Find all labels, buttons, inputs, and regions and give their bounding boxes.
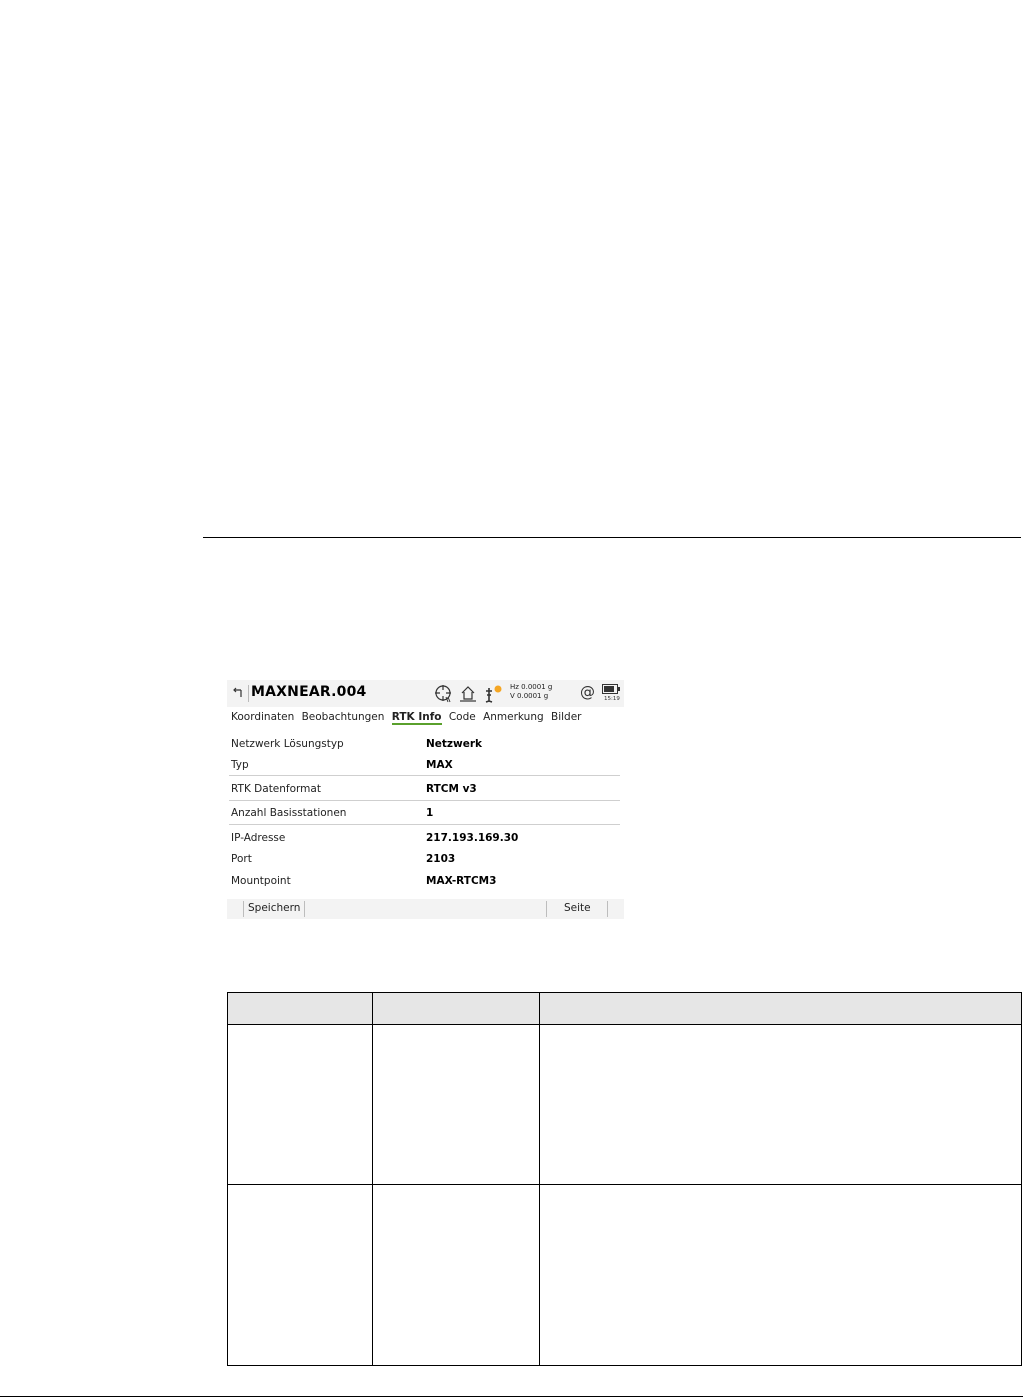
tab-anmerkung[interactable]: Anmerkung (483, 711, 544, 723)
target-icon[interactable] (434, 684, 453, 703)
softkey-separator (304, 901, 305, 917)
section-rule (203, 537, 1021, 538)
clock: 15:19 (604, 696, 620, 702)
field-label: Netzwerk Lösungstyp (231, 738, 344, 750)
table-header-cell (227, 992, 373, 1025)
field-value: 2103 (426, 853, 456, 865)
tab-code[interactable]: Code (449, 711, 476, 723)
battery-icon (602, 684, 620, 694)
table-row (227, 1024, 1022, 1185)
table-cell (227, 1024, 373, 1185)
table-cell (227, 1184, 373, 1366)
page-button[interactable]: Seite (564, 902, 591, 914)
softkey-separator (607, 901, 608, 917)
job-title: MAXNEAR.004 (251, 684, 367, 700)
at-icon[interactable]: @ (580, 683, 595, 701)
table-header-cell (372, 992, 540, 1025)
field-row: Port 2103 (227, 848, 620, 870)
field-value: 1 (426, 807, 434, 819)
field-value: Netzwerk (426, 738, 483, 750)
table-cell (539, 1184, 1022, 1366)
hz-angle: Hz 0.0001 g (510, 683, 553, 691)
table-cell (372, 1024, 540, 1185)
softkey-bar: Speichern Seite (227, 899, 624, 919)
field-label: Anzahl Basisstationen (231, 807, 347, 819)
row-divider (229, 800, 620, 801)
satellite-icon[interactable] (483, 684, 503, 703)
angle-readout: Hz 0.0001 g V 0.0001 g (510, 683, 552, 701)
house-icon[interactable] (459, 684, 477, 703)
table-row (227, 1184, 1022, 1366)
field-label: IP-Adresse (231, 832, 286, 844)
field-row: Anzahl Basisstationen 1 (227, 802, 620, 824)
field-value: MAX (426, 759, 453, 771)
description-table (227, 992, 1022, 1366)
row-divider (229, 775, 620, 776)
field-row: Typ MAX (227, 754, 620, 776)
field-value: RTCM v3 (426, 783, 477, 795)
v-angle: V 0.0001 g (510, 692, 549, 700)
table-cell (372, 1184, 540, 1366)
title-separator (248, 685, 249, 702)
table-header-row (227, 992, 1022, 1025)
field-row: Mountpoint MAX-RTCM3 (227, 870, 620, 892)
table-header-cell (539, 992, 1022, 1025)
field-value: MAX-RTCM3 (426, 875, 497, 887)
softkey-separator (243, 901, 244, 917)
device-screen: MAXNEAR.004 Hz 0.0001 g V 0.0001 g @ 15:… (227, 680, 624, 919)
tab-koordinaten[interactable]: Koordinaten (231, 711, 294, 723)
tab-beobachtungen[interactable]: Beobachtungen (302, 711, 385, 723)
save-button[interactable]: Speichern (248, 902, 300, 914)
row-divider (229, 824, 620, 825)
footer-rule (0, 1396, 1023, 1397)
back-arrow-icon[interactable] (231, 687, 243, 699)
tab-rtk-info[interactable]: RTK Info (391, 711, 442, 725)
field-row: Netzwerk Lösungstyp Netzwerk (227, 733, 620, 755)
field-row: RTK Datenformat RTCM v3 (227, 778, 620, 800)
tab-bar: Koordinaten Beobachtungen RTK Info Code … (231, 711, 585, 725)
field-label: Mountpoint (231, 875, 291, 887)
field-value: 217.193.169.30 (426, 832, 519, 844)
softkey-separator (546, 901, 547, 917)
field-row: IP-Adresse 217.193.169.30 (227, 827, 620, 849)
title-bar: MAXNEAR.004 Hz 0.0001 g V 0.0001 g @ 15:… (227, 680, 624, 707)
field-label: Port (231, 853, 252, 865)
field-label: RTK Datenformat (231, 783, 321, 795)
table-cell (539, 1024, 1022, 1185)
tab-bilder[interactable]: Bilder (551, 711, 581, 723)
field-label: Typ (231, 759, 249, 771)
